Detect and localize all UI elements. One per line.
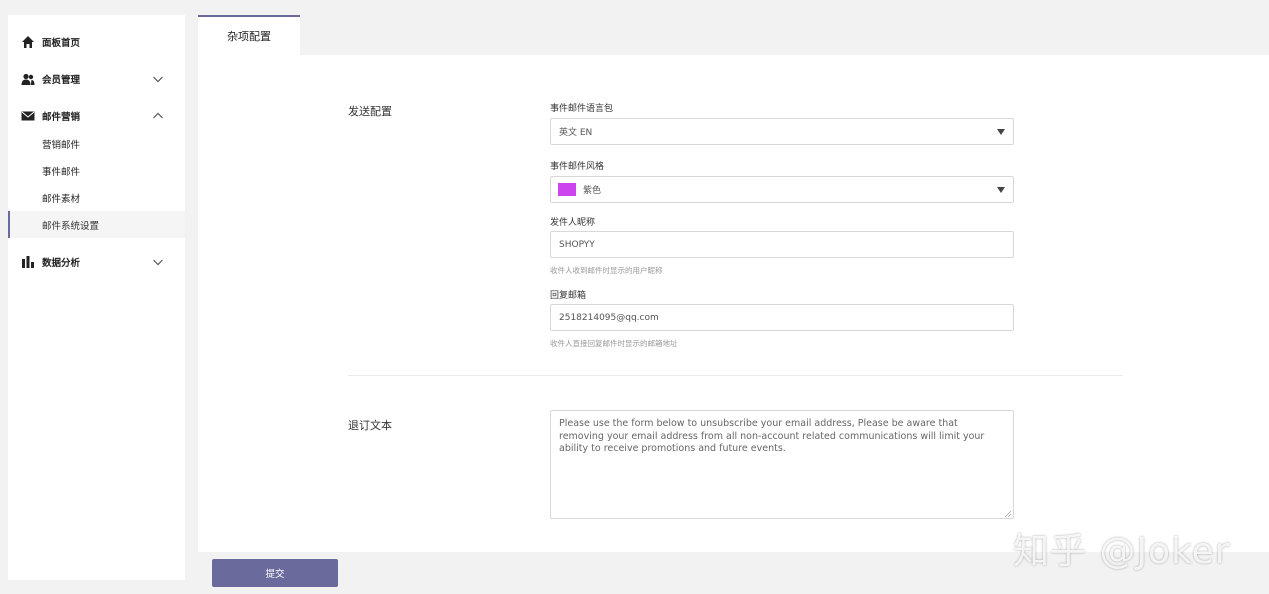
language-select-value: 英文 EN — [559, 128, 593, 138]
sender-help-text: 收件人收到邮件时显示的用户昵称 — [550, 266, 663, 275]
chevron-down-icon — [153, 76, 163, 82]
sidebar: 面板首页 会员管理 邮件营销 营销邮件 事件邮件 邮件素材 邮件系统设置 数据分… — [8, 15, 185, 580]
caret-down-icon — [997, 129, 1005, 135]
mail-icon — [21, 111, 35, 120]
users-icon — [21, 73, 35, 85]
sender-name-input[interactable]: SHOPYY — [550, 231, 1014, 258]
style-label: 事件邮件风格 — [550, 162, 605, 172]
sidebar-item-label: 数据分析 — [42, 257, 81, 269]
sidebar-subitem-label: 事件邮件 — [42, 166, 81, 178]
sender-label: 发件人昵称 — [550, 218, 596, 228]
sidebar-subitem-event-emails[interactable]: 事件邮件 — [8, 157, 185, 184]
sidebar-item-email-marketing[interactable]: 邮件营销 — [8, 102, 185, 129]
style-select[interactable]: 紫色 — [550, 176, 1014, 203]
sidebar-item-analytics[interactable]: 数据分析 — [8, 248, 185, 275]
resize-grip-icon[interactable] — [1004, 510, 1012, 518]
color-swatch — [558, 183, 576, 196]
sidebar-subitem-marketing-emails[interactable]: 营销邮件 — [8, 130, 185, 157]
tab-misc-config[interactable]: 杂项配置 — [198, 15, 300, 55]
sidebar-subitem-label: 邮件系统设置 — [42, 220, 100, 232]
chevron-down-icon — [153, 259, 163, 265]
section-title-unsubscribe: 退订文本 — [348, 419, 392, 432]
reply-label: 回复邮箱 — [550, 291, 587, 301]
reply-email-input[interactable]: 2518214095@qq.com — [550, 304, 1014, 331]
home-icon — [22, 35, 34, 48]
section-title-send-config: 发送配置 — [348, 105, 392, 118]
sidebar-subitem-email-settings[interactable]: 邮件系统设置 — [8, 211, 185, 238]
submit-button[interactable]: 提交 — [212, 559, 338, 587]
sidebar-item-dashboard[interactable]: 面板首页 — [8, 28, 185, 55]
sidebar-subitem-label: 邮件素材 — [42, 193, 81, 205]
tab-bar: 杂项配置 — [198, 15, 1269, 55]
sender-name-value: SHOPYY — [559, 239, 595, 250]
language-select[interactable]: 英文 EN — [550, 118, 1014, 145]
sidebar-subitem-label: 营销邮件 — [42, 139, 81, 151]
language-label: 事件邮件语言包 — [550, 104, 614, 114]
caret-down-icon — [997, 187, 1005, 193]
sidebar-item-label: 面板首页 — [42, 37, 81, 49]
sidebar-item-label: 邮件营销 — [42, 111, 81, 123]
reply-email-value: 2518214095@qq.com — [559, 312, 659, 323]
main-panel: 杂项配置 发送配置 事件邮件语言包 英文 EN 事件邮件风格 紫色 发件人昵称 … — [198, 15, 1269, 594]
style-select-value: 紫色 — [583, 186, 602, 196]
unsubscribe-textarea[interactable]: Please use the form below to unsubscribe… — [550, 410, 1014, 519]
section-divider — [348, 375, 1123, 376]
sidebar-subitem-email-materials[interactable]: 邮件素材 — [8, 184, 185, 211]
watermark: 知乎 @Joker — [1013, 531, 1231, 572]
bar-chart-icon — [22, 255, 34, 268]
reply-help-text: 收件人直接回复邮件时显示的邮箱地址 — [550, 339, 678, 348]
sidebar-item-members[interactable]: 会员管理 — [8, 65, 185, 92]
chevron-up-icon — [153, 112, 163, 118]
sidebar-item-label: 会员管理 — [42, 74, 81, 86]
